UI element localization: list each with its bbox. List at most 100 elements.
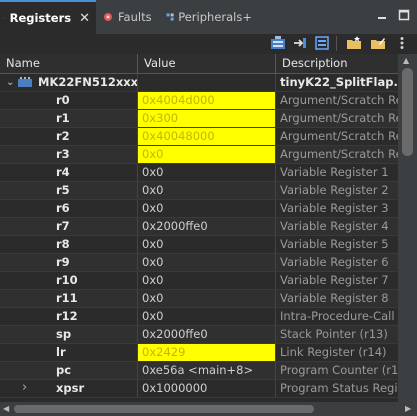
scroll-right-icon[interactable]: ▶ <box>405 404 411 413</box>
register-row-r12[interactable]: r12 0x0 Intra-Procedure-Call S <box>0 308 398 326</box>
edit-group-icon[interactable] <box>370 35 386 51</box>
target-name: MK22FN512xxx1 <box>38 75 138 89</box>
register-name: sp <box>0 326 138 343</box>
register-value[interactable]: 0x0 <box>138 164 276 181</box>
register-name: r9 <box>0 254 138 271</box>
register-row-r6[interactable]: r6 0x0 Variable Register 3 <box>0 200 398 218</box>
register-value[interactable]: 0x0 <box>138 308 276 325</box>
register-name: r5 <box>0 182 138 199</box>
register-name: pc <box>0 362 138 379</box>
target-row[interactable]: ⌄ MK22FN512xxx1 tinyK22_SplitFlap.axf <box>0 74 398 92</box>
register-row-r1[interactable]: r1 0x300 Argument/Scratch Re <box>0 110 398 128</box>
register-name: lr <box>0 344 138 361</box>
register-description: Intra-Procedure-Call S <box>276 308 398 325</box>
register-value[interactable]: 0x40048000 <box>138 128 276 145</box>
register-value[interactable]: 0x2000ffe0 <box>138 218 276 235</box>
chevron-down-icon[interactable]: ⌄ <box>6 74 14 91</box>
register-row-r3[interactable]: r3 0x0 Argument/Scratch Re <box>0 146 398 164</box>
register-row-r4[interactable]: r4 0x0 Variable Register 1 <box>0 164 398 182</box>
register-description: Program Counter (r15) <box>276 362 398 379</box>
register-value[interactable]: 0x0 <box>138 254 276 271</box>
register-value[interactable]: 0x0 <box>138 146 276 163</box>
register-name: r8 <box>0 236 138 253</box>
register-name: r4 <box>0 164 138 181</box>
register-value[interactable]: 0xe56a <main+8> <box>138 362 276 379</box>
register-description: Link Register (r14) <box>276 344 398 361</box>
register-row-r2[interactable]: r2 0x40048000 Argument/Scratch Re <box>0 128 398 146</box>
register-value[interactable]: 0x0 <box>138 236 276 253</box>
tab-faults-label: Faults <box>118 10 152 24</box>
maximize-icon[interactable] <box>397 8 411 22</box>
register-value[interactable]: 0x0 <box>138 272 276 289</box>
tab-faults[interactable]: Faults <box>98 0 160 34</box>
register-description: Variable Register 4 <box>276 218 398 235</box>
register-row-r11[interactable]: r11 0x0 Variable Register 8 <box>0 290 398 308</box>
table-header: Name Value Description <box>0 54 398 74</box>
target-name-cell: ⌄ MK22FN512xxx1 <box>0 74 138 91</box>
register-value[interactable]: 0x300 <box>138 110 276 127</box>
register-value[interactable]: 0x0 <box>138 200 276 217</box>
new-group-icon[interactable] <box>346 35 362 51</box>
vertical-scrollbar[interactable]: ▲ <box>398 54 417 402</box>
scroll-left-icon[interactable]: ◀ <box>3 404 9 413</box>
register-row-r9[interactable]: r9 0x0 Variable Register 6 <box>0 254 398 272</box>
register-value[interactable]: 0x0 <box>138 290 276 307</box>
view-toolbar <box>0 34 417 54</box>
register-row-r7[interactable]: r7 0x2000ffe0 Variable Register 4 <box>0 218 398 236</box>
tab-peripherals-label: Peripherals+ <box>178 10 252 24</box>
register-description: Argument/Scratch Re <box>276 92 398 109</box>
column-header-value[interactable]: Value <box>138 54 276 73</box>
tab-peripherals[interactable]: Peripherals+ <box>162 0 258 34</box>
register-row-sp[interactable]: sp 0x2000ffe0 Stack Pointer (r13) <box>0 326 398 344</box>
register-name: r1 <box>0 110 138 127</box>
register-name: r12 <box>0 308 138 325</box>
cpu-icon <box>18 77 32 87</box>
register-value[interactable]: 0x2000ffe0 <box>138 326 276 343</box>
register-name: r11 <box>0 290 138 307</box>
register-description: Argument/Scratch Re <box>276 146 398 163</box>
tab-registers[interactable]: 101 010 Registers ✕ <box>0 0 96 34</box>
register-value[interactable]: 0x1000000 <box>138 380 276 397</box>
register-row-r8[interactable]: r8 0x0 Variable Register 5 <box>0 236 398 254</box>
register-name: r0 <box>0 92 138 109</box>
register-name: r3 <box>0 146 138 163</box>
register-row-xpsr[interactable]: › xpsr 0x1000000 Program Status Regist <box>0 380 398 398</box>
register-row-pc[interactable]: pc 0xe56a <main+8> Program Counter (r15) <box>0 362 398 380</box>
register-row-r5[interactable]: r5 0x0 Variable Register 2 <box>0 182 398 200</box>
peripherals-icon <box>166 13 174 21</box>
register-description: Variable Register 1 <box>276 164 398 181</box>
register-row-r10[interactable]: r10 0x0 Variable Register 7 <box>0 272 398 290</box>
register-row-lr[interactable]: lr 0x2429 Link Register (r14) <box>0 344 398 362</box>
horizontal-scroll-thumb[interactable] <box>14 405 314 413</box>
register-name: r6 <box>0 200 138 217</box>
register-description: Argument/Scratch Re <box>276 110 398 127</box>
scroll-up-icon[interactable]: ▲ <box>403 56 409 65</box>
register-name: xpsr <box>0 380 138 397</box>
register-description: Variable Register 5 <box>276 236 398 253</box>
close-icon[interactable]: ✕ <box>79 11 90 26</box>
register-description: Variable Register 2 <box>276 182 398 199</box>
toolbar-separator <box>336 36 337 51</box>
register-row-r0[interactable]: r0 0x4004d000 Argument/Scratch Re <box>0 92 398 110</box>
vertical-scroll-thumb[interactable] <box>402 68 413 156</box>
target-value-cell <box>138 74 276 91</box>
registers-table: Name Value Description ⌄ MK22FN512xxx1 t… <box>0 54 398 402</box>
view-menu-icon[interactable] <box>394 35 410 51</box>
horizontal-scrollbar[interactable]: ◀ ▶ <box>0 402 417 416</box>
register-value[interactable]: 0x4004d000 <box>138 92 276 109</box>
register-name: r7 <box>0 218 138 235</box>
minimize-icon[interactable] <box>375 8 389 22</box>
registers-icon: 101 010 <box>4 17 6 19</box>
register-description: Stack Pointer (r13) <box>276 326 398 343</box>
register-description: Variable Register 8 <box>276 290 398 307</box>
column-header-name[interactable]: Name <box>0 54 138 73</box>
register-value[interactable]: 0x0 <box>138 182 276 199</box>
register-value[interactable]: 0x2429 <box>138 344 276 361</box>
layout-icon[interactable] <box>314 35 330 51</box>
registers-view-icon[interactable] <box>270 35 286 51</box>
target-description: tinyK22_SplitFlap.axf <box>276 74 398 91</box>
column-header-description[interactable]: Description <box>276 54 398 73</box>
format-icon[interactable] <box>292 35 308 51</box>
register-description: Variable Register 3 <box>276 200 398 217</box>
svg-text:010: 010 <box>4 18 6 19</box>
